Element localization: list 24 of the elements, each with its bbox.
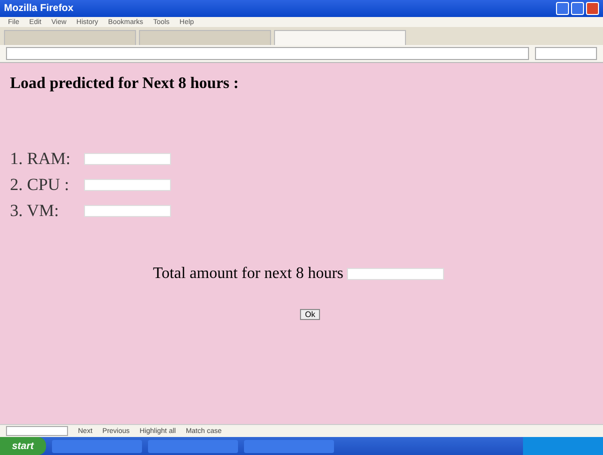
browser-tab[interactable] bbox=[4, 30, 136, 45]
total-field[interactable] bbox=[347, 268, 444, 280]
taskbar-button[interactable] bbox=[244, 440, 334, 452]
find-field[interactable] bbox=[6, 426, 68, 436]
field-label: 2. CPU : bbox=[10, 175, 70, 195]
search-field[interactable] bbox=[535, 47, 597, 60]
window-title: Mozilla Firefox bbox=[4, 3, 74, 14]
input-field[interactable] bbox=[84, 153, 171, 165]
taskbar-button[interactable] bbox=[148, 440, 238, 452]
browser-tab[interactable] bbox=[139, 30, 271, 45]
maximize-button[interactable] bbox=[571, 2, 584, 15]
field-label: 1. RAM: bbox=[10, 149, 72, 169]
input-field[interactable] bbox=[84, 179, 171, 191]
input-field[interactable] bbox=[84, 205, 171, 217]
browser-tab[interactable] bbox=[274, 30, 406, 45]
close-button[interactable] bbox=[586, 2, 599, 15]
start-button[interactable]: start bbox=[0, 437, 46, 455]
field-label: 3. VM: bbox=[10, 201, 60, 221]
address-field[interactable] bbox=[6, 47, 529, 60]
ok-button[interactable]: Ok bbox=[300, 309, 320, 320]
total-label: Total amount for next 8 hours bbox=[153, 265, 344, 283]
taskbar-button[interactable] bbox=[52, 440, 142, 452]
page-heading: Load predicted for Next 8 hours : bbox=[10, 75, 240, 93]
minimize-button[interactable] bbox=[556, 2, 569, 15]
